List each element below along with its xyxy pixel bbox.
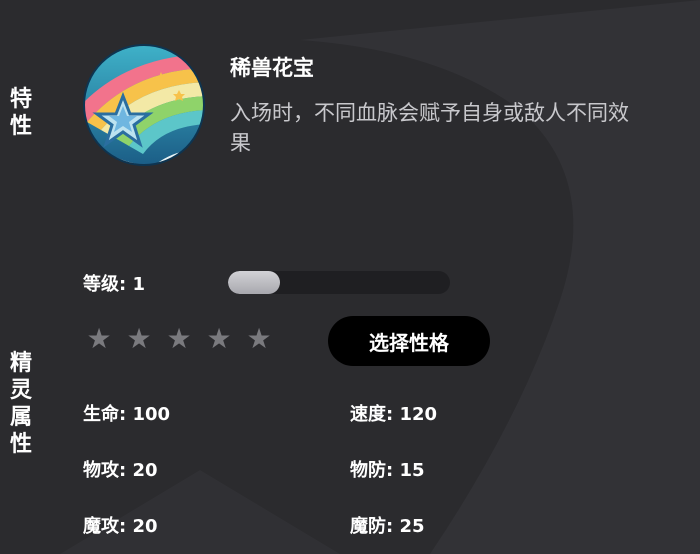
trait-side-label: 特 性 [6, 86, 36, 140]
level-slider[interactable] [228, 271, 450, 294]
side-char: 灵 [9, 378, 32, 403]
attributes-side-label: 精 灵 属 性 [6, 350, 36, 458]
stat-hp: 生命: 100 [83, 404, 171, 425]
star-icon: ★ [126, 322, 152, 355]
star-icon: ★ [166, 322, 192, 355]
side-char: 性 [9, 432, 32, 457]
star-icon: ★ [246, 322, 272, 355]
choose-nature-button[interactable]: 选择性格 [328, 316, 490, 366]
star-rating: ★ ★ ★ ★ ★ [86, 322, 272, 356]
trait-name: 稀兽花宝 [230, 56, 314, 80]
stat-magic-defense: 魔防: 25 [350, 516, 425, 537]
star-icon: ★ [86, 322, 112, 355]
side-char: 特 [9, 87, 32, 112]
stat-physical-defense: 物防: 15 [350, 460, 425, 481]
level-slider-handle[interactable] [228, 271, 280, 294]
trait-description: 入场时，不同血脉会赋予自身或敌人不同效果 [230, 101, 629, 155]
side-char: 性 [9, 114, 32, 139]
star-icon: ★ [206, 322, 232, 355]
trait-icon [83, 44, 205, 166]
stat-speed: 速度: 120 [350, 404, 438, 425]
side-char: 属 [9, 405, 32, 430]
stat-physical-attack: 物攻: 20 [83, 460, 158, 481]
level-label: 等级: 1 [83, 274, 145, 295]
side-char: 精 [9, 351, 32, 376]
stat-magic-attack: 魔攻: 20 [83, 516, 158, 537]
rainbow-star-emblem-icon [83, 44, 205, 166]
